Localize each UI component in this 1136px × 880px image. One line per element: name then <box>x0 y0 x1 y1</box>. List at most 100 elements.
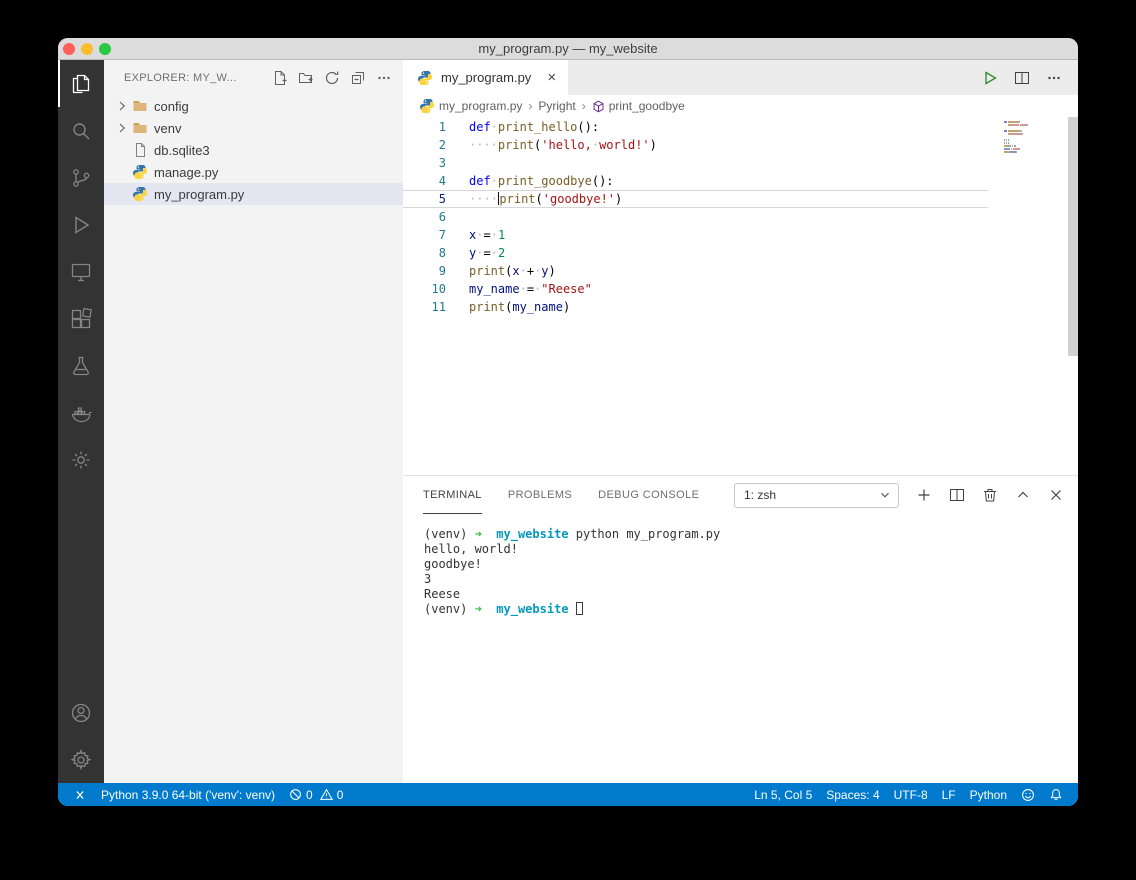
line-content: y·=·2 <box>469 244 505 262</box>
trash-icon <box>982 487 998 503</box>
terminal-line: (venv) ➜ my_website <box>424 602 1078 617</box>
breadcrumb-separator: › <box>528 99 532 113</box>
split-editor-icon <box>1014 70 1030 86</box>
tree-item-label: venv <box>154 121 181 136</box>
split-editor-button[interactable] <box>1014 70 1030 86</box>
terminal-shell-select[interactable]: 1: zsh <box>734 483 899 508</box>
close-button[interactable] <box>1048 487 1064 503</box>
breadcrumb-symbol[interactable]: print_goodbye <box>592 99 685 113</box>
line-number: 1 <box>403 118 446 136</box>
minimap[interactable] <box>1004 121 1064 154</box>
code-line-6[interactable]: 6 <box>403 208 988 226</box>
folder-icon <box>132 120 148 136</box>
line-number: 9 <box>403 262 446 280</box>
activity-explorer[interactable] <box>58 60 104 107</box>
explorer-header: EXPLORER: MY_W... <box>104 60 403 95</box>
plus-button[interactable] <box>916 487 932 503</box>
tree-item-manage.py[interactable]: manage.py <box>104 161 403 183</box>
indentation[interactable]: Spaces: 4 <box>819 783 886 806</box>
chevron-up-icon <box>1015 487 1031 503</box>
docker-icon <box>69 401 93 425</box>
panel-tab-problems[interactable]: PROBLEMS <box>508 476 572 514</box>
trash-button[interactable] <box>982 487 998 503</box>
explorer-icon <box>69 72 93 96</box>
problems-indicator[interactable]: 0 0 <box>282 783 350 806</box>
activity-account[interactable] <box>58 689 104 736</box>
activity-run-debug[interactable] <box>58 201 104 248</box>
code-line-2[interactable]: 2····print('hello,·world!') <box>403 136 988 154</box>
tree-item-config[interactable]: config <box>104 95 403 117</box>
minimap-line <box>1004 145 1064 147</box>
activity-extensions[interactable] <box>58 295 104 342</box>
code-line-1[interactable]: 1def·print_hello(): <box>403 118 988 136</box>
feedback[interactable] <box>1014 783 1042 806</box>
tree-item-db.sqlite3[interactable]: db.sqlite3 <box>104 139 403 161</box>
tree-item-label: db.sqlite3 <box>154 143 210 158</box>
close-window-button[interactable] <box>63 43 75 55</box>
code-line-8[interactable]: 8y·=·2 <box>403 244 988 262</box>
python-icon <box>132 186 148 202</box>
tab-my-program[interactable]: my_program.py × <box>403 60 568 95</box>
editor-scrollbar[interactable] <box>1068 117 1078 356</box>
activity-settings[interactable] <box>58 736 104 783</box>
activity-bar <box>58 60 104 783</box>
cursor-position[interactable]: Ln 5, Col 5 <box>747 783 819 806</box>
tree-item-venv[interactable]: venv <box>104 117 403 139</box>
encoding[interactable]: UTF-8 <box>887 783 935 806</box>
split-terminal-button[interactable] <box>949 487 965 503</box>
titlebar[interactable]: my_program.py — my_website <box>58 38 1078 60</box>
feedback-icon <box>1021 788 1035 802</box>
eol[interactable]: LF <box>935 783 963 806</box>
tree-item-my_program.py[interactable]: my_program.py <box>104 183 403 205</box>
panel-tab-debug-console[interactable]: DEBUG CONSOLE <box>598 476 699 514</box>
code-line-3[interactable]: 3 <box>403 154 988 172</box>
minimap-line <box>1004 142 1064 144</box>
line-content: ····print('hello,·world!') <box>469 136 657 154</box>
refresh-button[interactable] <box>323 69 341 87</box>
collapse-all-button[interactable] <box>349 69 367 87</box>
activity-source-control[interactable] <box>58 154 104 201</box>
code-line-10[interactable]: 10my_name·=·"Reese" <box>403 280 988 298</box>
minimize-window-button[interactable] <box>81 43 93 55</box>
editor-tab-bar: my_program.py × <box>403 60 1078 95</box>
folder-icon <box>132 98 148 114</box>
new-folder-button[interactable] <box>297 69 315 87</box>
more-button[interactable] <box>375 69 393 87</box>
breadcrumb-container[interactable]: Pyright <box>538 99 575 113</box>
remote-explorer-icon <box>69 260 93 284</box>
code-line-4[interactable]: 4def·print_goodbye(): <box>403 172 988 190</box>
code-line-5[interactable]: 5····print('goodbye!') <box>403 190 988 208</box>
chevron-up-button[interactable] <box>1015 487 1031 503</box>
python-interpreter[interactable]: Python 3.9.0 64-bit ('venv': venv) <box>94 783 282 806</box>
code-editor[interactable]: 1def·print_hello():2····print('hello,·wo… <box>403 117 1078 475</box>
line-content: def·print_goodbye(): <box>469 172 614 190</box>
chevron-right-icon <box>114 98 130 114</box>
breadcrumb-file[interactable]: my_program.py <box>419 98 522 114</box>
file-tree: config venv db.sqlite3 manage.pymy_program.… <box>104 95 403 205</box>
code-line-9[interactable]: 9 print(x·+·y) <box>403 262 988 280</box>
code-line-11[interactable]: 11print(my_name) <box>403 298 988 316</box>
chevron-down-icon <box>878 488 892 502</box>
line-content: print(x·+·y) <box>469 262 556 280</box>
notifications[interactable] <box>1042 783 1070 806</box>
remote-indicator[interactable] <box>66 783 94 806</box>
more-actions-button[interactable] <box>1046 70 1062 86</box>
run-button[interactable] <box>982 70 998 86</box>
more-actions-icon <box>1046 70 1062 86</box>
terminal-content[interactable]: (venv) ➜ my_website python my_program.py… <box>403 514 1078 783</box>
run-icon <box>982 70 998 86</box>
activity-testing[interactable] <box>58 342 104 389</box>
activity-remote-explorer[interactable] <box>58 248 104 295</box>
close-tab-icon[interactable]: × <box>547 70 556 85</box>
code-line-7[interactable]: 7x·=·1 <box>403 226 988 244</box>
testing-icon <box>69 354 93 378</box>
panel-tab-terminal[interactable]: TERMINAL <box>423 476 482 514</box>
new-file-button[interactable] <box>271 69 289 87</box>
minimap-line <box>1004 130 1064 132</box>
language-mode[interactable]: Python <box>963 783 1014 806</box>
python-icon <box>419 98 435 114</box>
activity-search[interactable] <box>58 107 104 154</box>
zoom-window-button[interactable] <box>99 43 111 55</box>
activity-gear-plugin[interactable] <box>58 436 104 483</box>
activity-docker[interactable] <box>58 389 104 436</box>
